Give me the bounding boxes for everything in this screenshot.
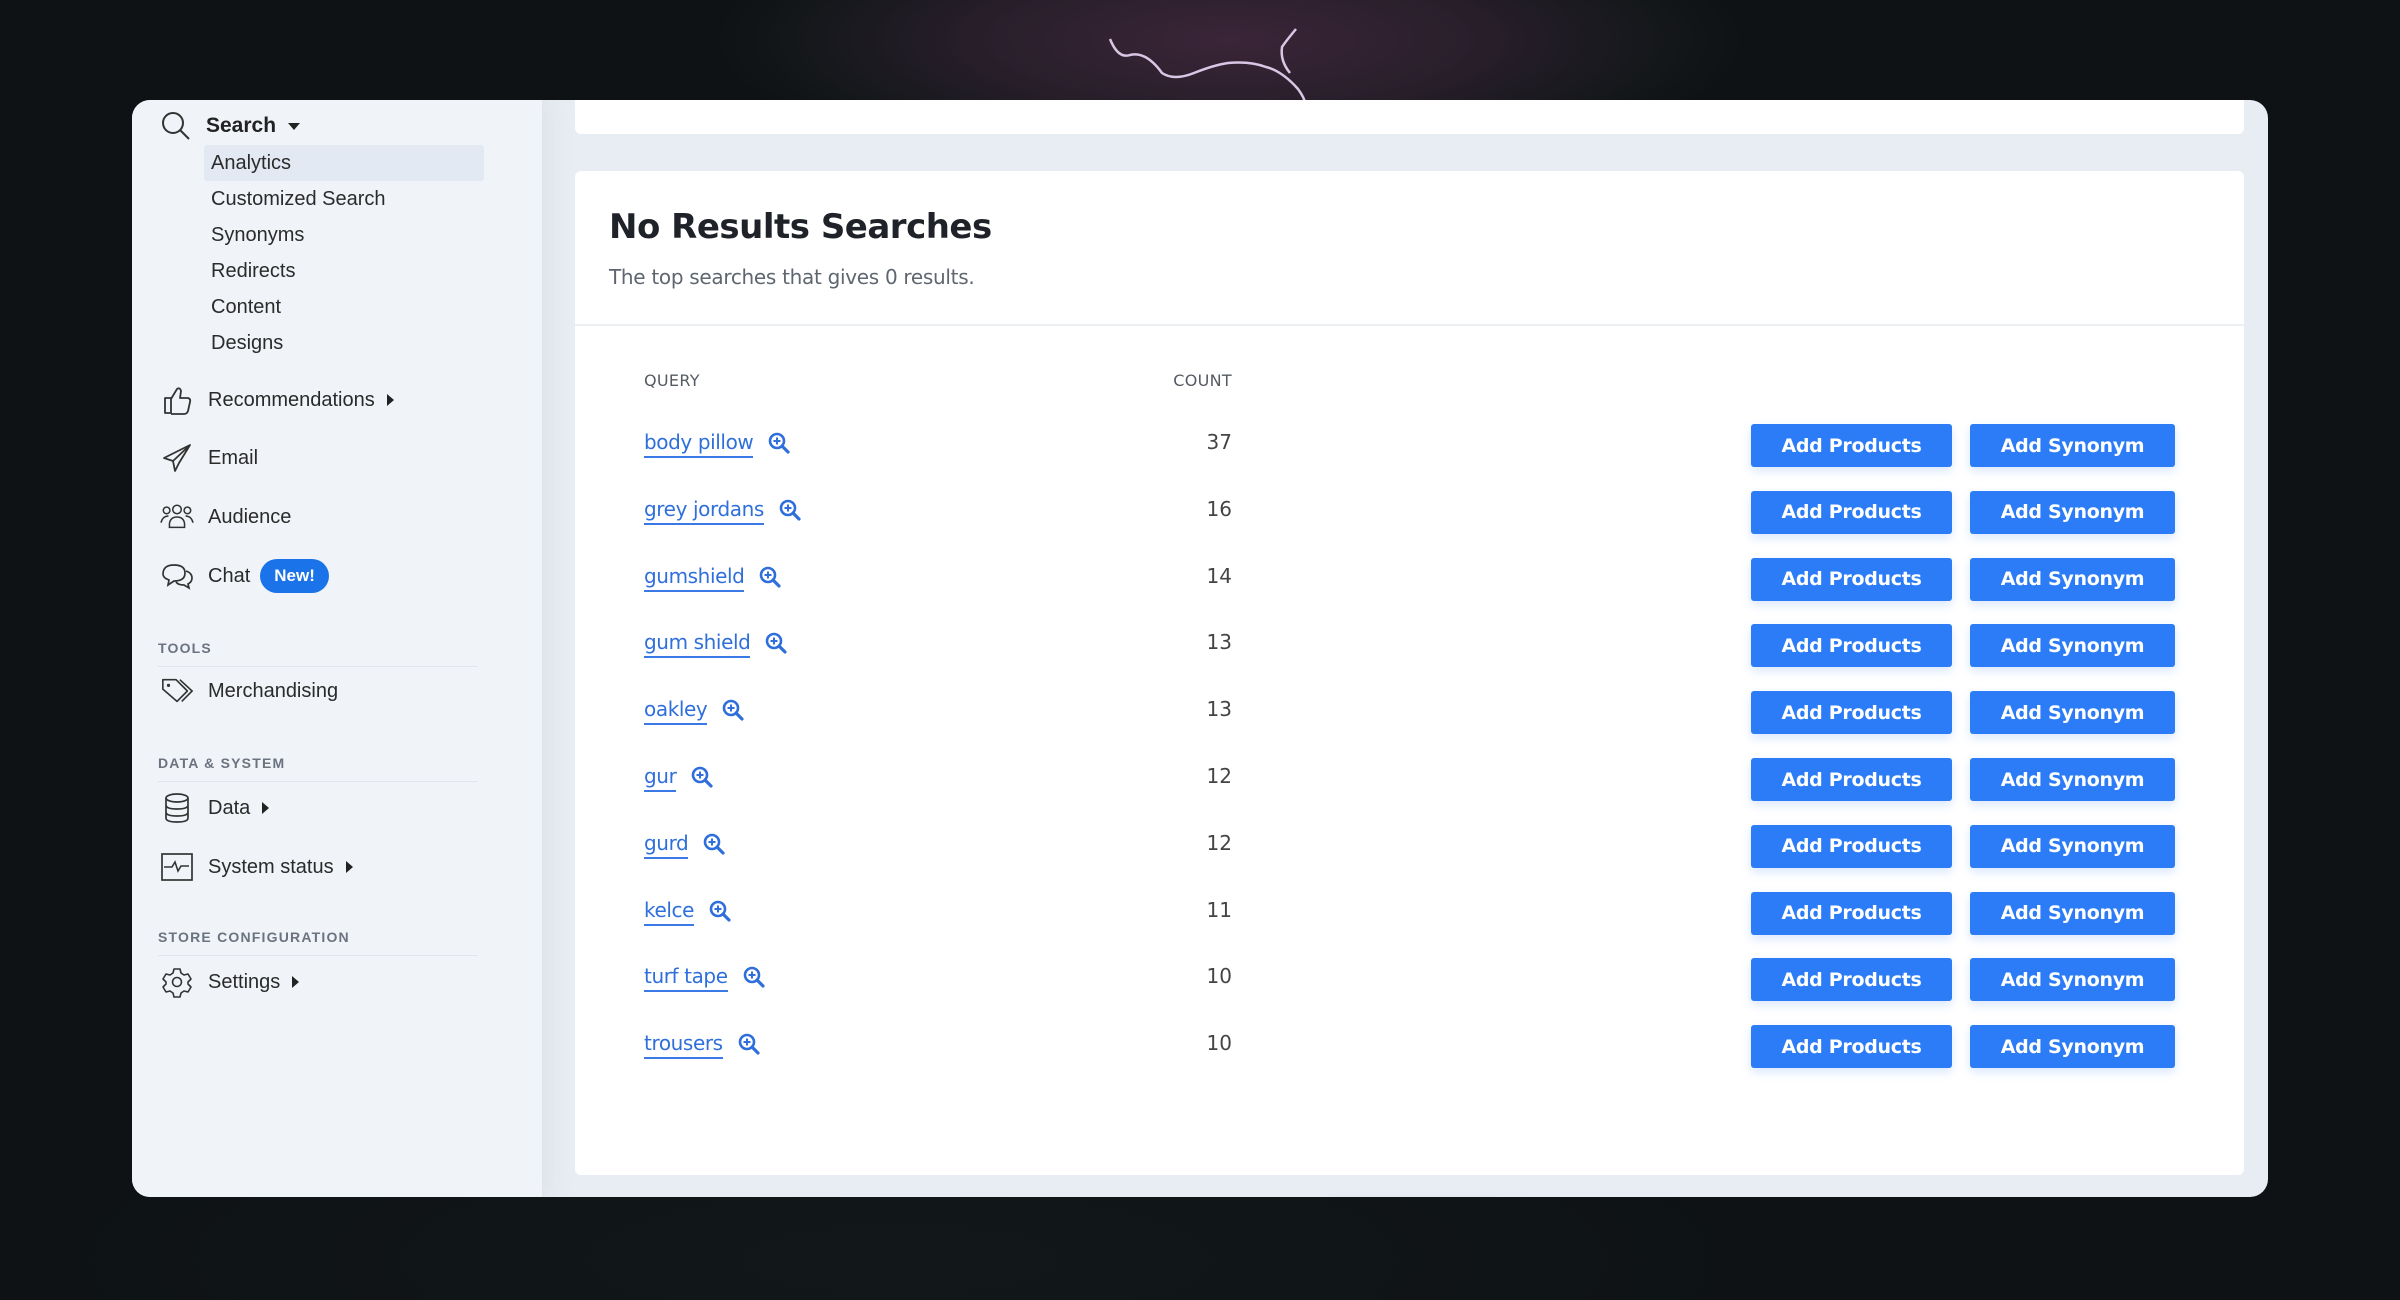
add-synonym-button[interactable]: Add Synonym — [1970, 624, 2175, 668]
query-count: 12 — [1206, 764, 1232, 788]
sidebar-subitem-synonyms[interactable]: Synonyms — [204, 217, 484, 253]
add-products-button[interactable]: Add Products — [1751, 557, 1952, 601]
app-window: Search Analytics Customized Search Synon… — [132, 100, 2268, 1197]
chevron-right-icon — [386, 394, 394, 406]
sidebar-item-label: Recommendations — [208, 388, 375, 411]
query-count: 37 — [1206, 430, 1232, 454]
add-products-button[interactable]: Add Products — [1751, 958, 1952, 1002]
sidebar-subitem-customized-search[interactable]: Customized Search — [204, 181, 484, 217]
add-synonym-button[interactable]: Add Synonym — [1970, 1025, 2175, 1069]
table-row: gum shield 13 Add Products Add Synonym — [575, 624, 2244, 668]
add-synonym-button[interactable]: Add Synonym — [1970, 490, 2175, 534]
sidebar-item-recommendations[interactable]: Recommendations — [160, 380, 394, 420]
table-row: kelce 11 Add Products Add Synonym — [575, 891, 2244, 936]
paper-plane-icon — [160, 441, 194, 475]
previous-panel — [575, 100, 2244, 134]
activity-monitor-icon — [160, 850, 194, 884]
table-row: gumshield 14 Add Products Add Synonym — [575, 557, 2244, 602]
card-header: No Results Searches The top searches tha… — [575, 171, 2244, 326]
thumbs-up-icon — [160, 383, 194, 417]
sidebar-item-email[interactable]: Email — [160, 438, 258, 478]
sidebar: Search Analytics Customized Search Synon… — [132, 100, 542, 1197]
sidebar-subitem-redirects[interactable]: Redirects — [204, 253, 484, 289]
query-count: 10 — [1206, 964, 1232, 989]
search-submenu: Analytics Customized Search Synonyms Red… — [204, 145, 484, 361]
table-row: trousers 10 Add Products Add Synonym — [575, 1025, 2244, 1069]
query-count: 13 — [1206, 697, 1232, 722]
query-count: 12 — [1206, 830, 1232, 855]
section-title-data-system: DATA & SYSTEM — [158, 755, 478, 782]
add-synonym-button[interactable]: Add Synonym — [1970, 891, 2175, 935]
sidebar-item-label: System status — [208, 855, 334, 878]
chevron-down-icon — [288, 122, 301, 130]
no-results-searches-card: No Results Searches The top searches tha… — [575, 171, 2244, 1175]
add-products-button[interactable]: Add Products — [1751, 424, 1952, 467]
table-row: grey jordans 16 Add Products Add Synonym — [575, 490, 2244, 535]
table-row: gurd 12 Add Products Add Synonym — [575, 824, 2244, 869]
query-count: 13 — [1206, 630, 1232, 655]
sidebar-item-settings[interactable]: Settings — [160, 962, 300, 1002]
add-products-button[interactable]: Add Products — [1751, 891, 1952, 935]
sidebar-item-label: Settings — [208, 970, 281, 993]
add-products-button[interactable]: Add Products — [1751, 1025, 1952, 1069]
sidebar-item-data[interactable]: Data — [160, 788, 270, 828]
section-title-tools: TOOLS — [158, 640, 478, 667]
sidebar-item-system-status[interactable]: System status — [160, 847, 353, 887]
table-row: body pillow 37 Add Products Add Synonym — [575, 424, 2244, 468]
sidebar-subitem-content[interactable]: Content — [204, 289, 484, 325]
add-products-button[interactable]: Add Products — [1751, 758, 1952, 801]
add-synonym-button[interactable]: Add Synonym — [1970, 557, 2175, 601]
query-count: 10 — [1206, 1031, 1232, 1056]
sidebar-subitem-designs[interactable]: Designs — [204, 325, 484, 361]
lightning-decoration — [1108, 28, 1308, 105]
sidebar-item-search[interactable]: Search — [160, 110, 301, 142]
tags-icon — [160, 674, 194, 708]
add-synonym-button[interactable]: Add Synonym — [1970, 424, 2175, 467]
new-badge: New! — [260, 559, 329, 593]
sidebar-item-label: Chat — [208, 564, 251, 587]
add-synonym-button[interactable]: Add Synonym — [1970, 958, 2175, 1002]
query-count: 14 — [1206, 563, 1232, 588]
sidebar-item-label: Search — [206, 114, 277, 137]
card-subtitle: The top searches that gives 0 results. — [609, 265, 975, 289]
query-count: 11 — [1206, 897, 1232, 922]
sidebar-item-label: Email — [208, 446, 259, 469]
chevron-right-icon — [345, 861, 353, 873]
database-icon — [160, 791, 194, 825]
section-title-store-configuration: STORE CONFIGURATION — [158, 929, 478, 956]
add-products-button[interactable]: Add Products — [1751, 824, 1952, 868]
add-products-button[interactable]: Add Products — [1751, 691, 1952, 735]
query-count: 16 — [1206, 496, 1232, 521]
table-row: gur 12 Add Products Add Synonym — [575, 758, 2244, 802]
table-row: turf tape 10 Add Products Add Synonym — [575, 958, 2244, 1002]
sidebar-item-merchandising[interactable]: Merchandising — [160, 671, 338, 711]
chat-bubbles-icon — [160, 559, 194, 593]
main-content: No Results Searches The top searches tha… — [542, 100, 2268, 1197]
column-header-count: COUNT — [1173, 371, 1232, 390]
sidebar-item-label: Data — [208, 796, 251, 819]
gear-icon — [160, 965, 194, 999]
card-title: No Results Searches — [609, 207, 992, 247]
add-products-button[interactable]: Add Products — [1751, 624, 1952, 668]
sidebar-item-audience[interactable]: Audience — [160, 497, 291, 537]
sidebar-item-label: Merchandising — [208, 679, 339, 702]
add-synonym-button[interactable]: Add Synonym — [1970, 824, 2175, 868]
search-icon — [162, 112, 190, 140]
add-synonym-button[interactable]: Add Synonym — [1970, 758, 2175, 801]
sidebar-item-chat[interactable]: Chat New! — [160, 556, 329, 596]
users-icon — [160, 500, 194, 534]
sidebar-subitem-analytics[interactable]: Analytics — [204, 145, 484, 181]
sidebar-item-label: Audience — [208, 505, 292, 528]
table-row: oakley 13 Add Products Add Synonym — [575, 691, 2244, 735]
add-products-button[interactable]: Add Products — [1751, 490, 1952, 534]
chevron-right-icon — [262, 802, 270, 814]
add-synonym-button[interactable]: Add Synonym — [1970, 691, 2175, 735]
chevron-right-icon — [292, 976, 300, 988]
